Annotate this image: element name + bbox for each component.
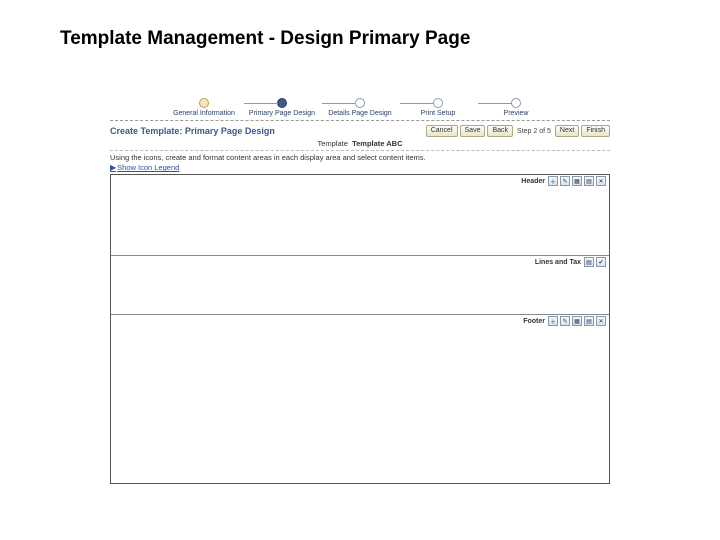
add-content-icon[interactable]: ＋ [548,316,558,326]
wizard-step-label: General Information [173,110,235,117]
step-dot-icon [511,98,521,108]
template-label: Template [317,139,347,148]
step-dot-icon [277,98,287,108]
confirm-icon[interactable]: ✔ [596,257,606,267]
instruction-text: Using the icons, create and format conte… [110,153,610,162]
template-value: Template ABC [352,139,402,148]
header-region: Header ＋ ✎ ▦ ▤ ✕ [111,175,609,256]
app-panel: General Information Primary Page Design … [110,95,610,484]
layout-icon[interactable]: ▦ [572,176,582,186]
page-heading: Create Template: Primary Page Design [110,126,275,136]
footer-region-toolbar: Footer ＋ ✎ ▦ ▤ ✕ [111,315,609,327]
lines-region: Lines and Tax ▤ ✔ [111,256,609,315]
wizard-step-preview[interactable]: Preview [477,98,555,117]
delete-icon[interactable]: ✕ [596,176,606,186]
lines-region-toolbar: Lines and Tax ▤ ✔ [111,256,609,268]
step-dot-icon [199,98,209,108]
wizard-step-label: Primary Page Design [249,110,315,117]
cancel-button[interactable]: Cancel [426,125,458,137]
slide-title: Template Management - Design Primary Pag… [0,0,720,50]
wizard-step-label: Details Page Design [328,110,391,117]
footer-region-label: Footer [523,318,545,325]
select-icon[interactable]: ▤ [584,257,594,267]
wizard-step-print[interactable]: Print Setup [399,98,477,117]
lines-region-body[interactable] [111,268,609,314]
save-button[interactable]: Save [460,125,486,137]
design-canvas: Header ＋ ✎ ▦ ▤ ✕ Lines and Tax ▤ ✔ Foote… [110,174,610,484]
wizard-step-details[interactable]: Details Page Design [321,98,399,117]
heading-row: Create Template: Primary Page Design Can… [110,123,610,138]
edit-icon[interactable]: ✎ [560,316,570,326]
wizard-step-label: Print Setup [421,110,456,117]
wizard-step-primary[interactable]: Primary Page Design [243,98,321,117]
header-region-body[interactable] [111,187,609,255]
add-content-icon[interactable]: ＋ [548,176,558,186]
step-dot-icon [355,98,365,108]
lines-region-label: Lines and Tax [535,259,581,266]
grid-icon[interactable]: ▤ [584,176,594,186]
delete-icon[interactable]: ✕ [596,316,606,326]
step-dot-icon [433,98,443,108]
legend-link-text: Show Icon Legend [117,163,179,172]
expand-icon: ▶ [110,163,116,172]
finish-button[interactable]: Finish [581,125,610,137]
wizard-step-label: Preview [504,110,529,117]
edit-icon[interactable]: ✎ [560,176,570,186]
header-region-toolbar: Header ＋ ✎ ▦ ▤ ✕ [111,175,609,187]
show-icon-legend-link[interactable]: ▶ Show Icon Legend [110,163,179,172]
layout-icon[interactable]: ▦ [572,316,582,326]
action-buttons: Cancel Save Back Step 2 of 5 Next Finish [426,125,610,137]
step-indicator: Step 2 of 5 [517,128,551,135]
wizard-train: General Information Primary Page Design … [110,95,610,121]
header-region-label: Header [521,178,545,185]
template-name-line: Template Template ABC [110,138,610,151]
wizard-step-general[interactable]: General Information [165,98,243,117]
footer-region: Footer ＋ ✎ ▦ ▤ ✕ [111,315,609,483]
grid-icon[interactable]: ▤ [584,316,594,326]
next-button[interactable]: Next [555,125,579,137]
back-button[interactable]: Back [487,125,513,137]
